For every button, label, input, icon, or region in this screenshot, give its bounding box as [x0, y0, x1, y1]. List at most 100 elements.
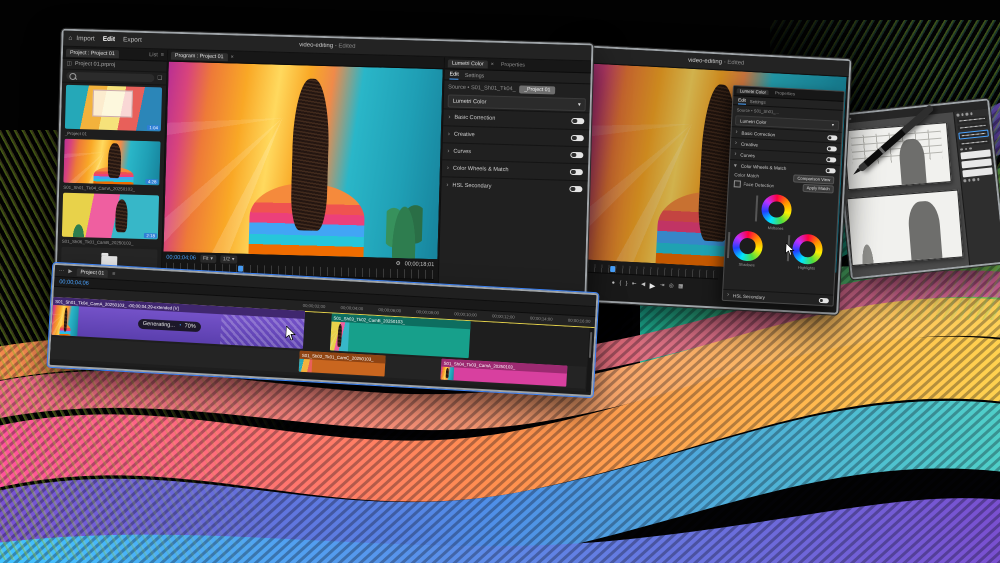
- sequence-timecode[interactable]: 00;00;04;06: [59, 279, 89, 287]
- project-item-label[interactable]: S01_Sh06_Tk01_CamB_20250103_: [62, 239, 158, 247]
- midtones-wheel[interactable]: [761, 194, 793, 226]
- clip-thumbnail: [51, 305, 79, 336]
- play-small-icon[interactable]: ▶: [68, 268, 72, 274]
- chevron-right-icon: ›: [727, 292, 729, 298]
- project-item-list[interactable]: 1:04 _Project 01 4:28 S01_Sh01_Tk04_CamA…: [57, 83, 166, 274]
- project-item-thumbnail[interactable]: 4:28: [63, 139, 160, 186]
- ruler-label: 00;00;12;00: [492, 313, 515, 319]
- sketch-figure: [907, 200, 942, 260]
- chevron-right-icon: ›: [735, 129, 737, 135]
- go-to-out-icon[interactable]: ⇥: [660, 283, 665, 289]
- project-item-label[interactable]: _Project 01: [65, 131, 161, 139]
- add-marker-icon[interactable]: ●: [611, 280, 615, 286]
- generating-percent: 70%: [184, 323, 196, 330]
- fit-dropdown[interactable]: Fit▾: [200, 254, 216, 262]
- section-toggle[interactable]: [571, 135, 584, 142]
- chevron-right-icon: ›: [447, 148, 449, 154]
- midtones-slider[interactable]: [755, 195, 758, 221]
- tab-sequence[interactable]: Project 01: [76, 268, 108, 278]
- chevron-right-icon: ›: [735, 140, 737, 146]
- ruler-label: 00;00;02;00: [303, 303, 326, 309]
- ruler-label: 00;00;04;00: [340, 305, 363, 311]
- search-input[interactable]: [66, 72, 154, 82]
- tab-properties[interactable]: Properties: [497, 60, 529, 69]
- panel-options-icon[interactable]: ⋯: [59, 268, 65, 274]
- lumetri-color-panel: Lumetri Color × Properties Edit Settings…: [437, 57, 591, 297]
- premiere-window-front: ⌂ Import Edit Export video-editing - Edi…: [55, 29, 594, 300]
- new-bin-folder-icon[interactable]: ❏: [157, 75, 162, 81]
- shadows-slider[interactable]: [727, 232, 730, 258]
- tab-lumetri-color[interactable]: Lumetri Color: [737, 88, 770, 95]
- tab-edit[interactable]: Edit: [738, 97, 746, 104]
- playhead-marker[interactable]: [238, 266, 243, 272]
- section-toggle[interactable]: [569, 186, 582, 193]
- tab-lumetri-color[interactable]: Lumetri Color: [448, 59, 488, 68]
- tab-settings[interactable]: Settings: [750, 99, 766, 106]
- project-item-label[interactable]: S01_Sh01_Tk04_CamA_20250103_: [63, 185, 159, 193]
- resolution-dropdown[interactable]: 1/2▾: [220, 255, 238, 263]
- highlights-wheel[interactable]: [792, 233, 824, 265]
- clip-teal[interactable]: S01_Sh03_Tk02_CamB_20250103_: [330, 313, 471, 358]
- mark-out-icon[interactable]: }: [626, 281, 628, 287]
- mouse-cursor: [785, 243, 795, 255]
- search-icon: [69, 72, 76, 79]
- section-toggle[interactable]: [826, 157, 836, 163]
- close-icon[interactable]: ×: [230, 54, 233, 60]
- section-toggle[interactable]: [826, 168, 836, 174]
- wrench-icon[interactable]: ⚙: [396, 261, 401, 267]
- view-mode-label[interactable]: List: [149, 52, 158, 58]
- export-frame-icon[interactable]: ◎: [669, 283, 674, 289]
- program-viewport[interactable]: [163, 62, 442, 260]
- chevron-right-icon: ›: [448, 114, 450, 120]
- storyboard-canvas[interactable]: [837, 112, 974, 278]
- storyboard-frame[interactable]: [846, 189, 963, 266]
- tab-properties[interactable]: Properties: [772, 90, 798, 96]
- playhead-marker[interactable]: [610, 266, 615, 272]
- close-icon[interactable]: ×: [491, 61, 494, 67]
- section-toggle[interactable]: [819, 297, 829, 303]
- panel-menu-icon[interactable]: ≡: [161, 52, 164, 58]
- chevron-right-icon: ›: [446, 182, 448, 188]
- subject-braids: [108, 143, 121, 179]
- plant-decor: [70, 217, 88, 237]
- brush-preset-selected[interactable]: [958, 129, 989, 139]
- plant-decor: [385, 182, 423, 259]
- tab-edit[interactable]: Edit: [449, 71, 459, 79]
- tool-dot-icon[interactable]: [848, 118, 851, 121]
- section-toggle[interactable]: [570, 152, 583, 159]
- subject-braids: [115, 199, 128, 232]
- panel-menu-icon[interactable]: ≡: [112, 271, 115, 277]
- ruler-label: 00;00;08;00: [416, 309, 439, 315]
- section-toggle[interactable]: [827, 146, 837, 152]
- chevron-down-icon: ▾: [210, 255, 213, 261]
- face-detection-checkbox[interactable]: [734, 181, 741, 188]
- section-toggle[interactable]: [827, 135, 837, 141]
- tab-program[interactable]: Program : Project 01: [171, 51, 228, 61]
- clip-thumbnail: [441, 367, 455, 381]
- step-back-icon[interactable]: ◀: [641, 282, 645, 288]
- brush-panel-icons[interactable]: [963, 176, 993, 182]
- current-timecode[interactable]: 00;00;04;06: [166, 254, 196, 261]
- lumetri-color-panel: Lumetri Color Properties Edit Settings S…: [722, 85, 845, 307]
- go-to-in-icon[interactable]: ⇤: [632, 281, 637, 287]
- play-icon[interactable]: ▶: [649, 280, 655, 289]
- source-clip-label: Source • S01_Sh01_Tk04_...: [448, 84, 516, 92]
- project-item-thumbnail[interactable]: 1:04: [65, 85, 162, 132]
- total-timecode: 00;00;18;01: [405, 261, 435, 268]
- clip-thumbnail: [330, 321, 350, 351]
- project-item-thumbnail[interactable]: 2:18: [62, 193, 159, 240]
- shadows-wheel[interactable]: [732, 230, 764, 262]
- mouse-cursor: [285, 326, 296, 341]
- section-toggle[interactable]: [571, 118, 584, 125]
- panel-empty-space: [438, 193, 587, 297]
- sketch-plant: [857, 233, 877, 265]
- tab-settings[interactable]: Settings: [465, 73, 485, 81]
- project-chip[interactable]: _Project 01: [519, 85, 555, 94]
- clip-orange[interactable]: S01_Sh02_Tk01_CamC_20250103_: [299, 351, 386, 377]
- mark-in-icon[interactable]: {: [619, 280, 621, 286]
- tab-project[interactable]: Project : Project 01: [66, 48, 119, 57]
- section-toggle[interactable]: [570, 169, 583, 176]
- duration-badge: 4:28: [146, 179, 159, 184]
- chevron-down-icon: ▾: [232, 256, 235, 262]
- settings-grid-icon[interactable]: ▦: [678, 283, 683, 289]
